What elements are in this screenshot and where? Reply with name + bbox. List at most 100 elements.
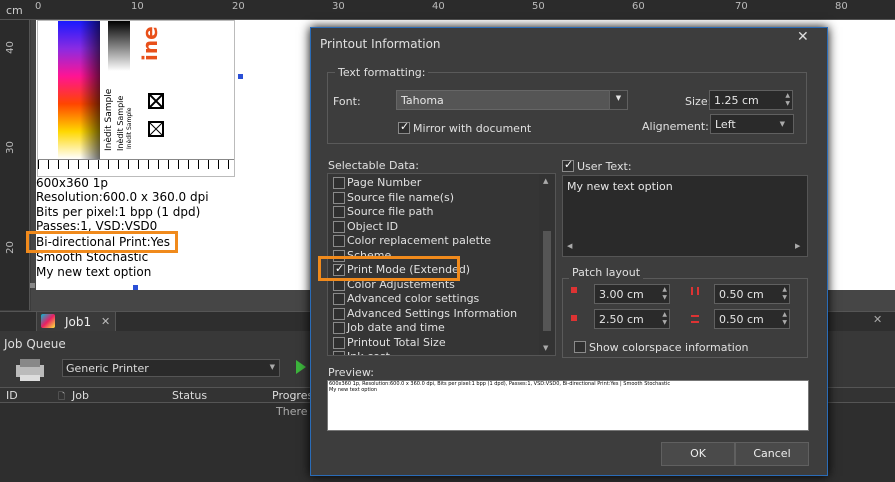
show-colorspace-label: Show colorspace information xyxy=(589,341,749,354)
patch-height-value: 2.50 cm xyxy=(599,313,644,326)
ruler-top-label: 30 xyxy=(332,1,345,12)
spinner-icon[interactable]: ▲ ▼ xyxy=(662,311,667,327)
selection-handle[interactable] xyxy=(30,283,35,288)
patch-vgap-icon xyxy=(691,315,699,323)
spinner-icon[interactable]: ▲ ▼ xyxy=(785,92,790,108)
chevron-down-icon[interactable]: ▼ xyxy=(609,90,628,110)
list-item[interactable]: Color replacement palette xyxy=(328,234,538,248)
item-checkbox[interactable] xyxy=(333,336,345,349)
highlight-box xyxy=(26,231,178,253)
spinner-icon[interactable]: ▲ ▼ xyxy=(662,286,667,302)
item-checkbox[interactable] xyxy=(333,191,345,204)
brand-logo: ine xyxy=(138,26,162,61)
user-text-value: My new text option xyxy=(567,180,673,193)
scroll-thumb[interactable] xyxy=(543,231,551,331)
item-label: Color replacement palette xyxy=(347,234,492,247)
patch-gap-icon xyxy=(691,287,699,295)
spinner-icon[interactable]: ▲ ▼ xyxy=(782,286,787,302)
col-id[interactable]: ID xyxy=(6,389,18,402)
size-input[interactable]: 1.25 cm ▲ ▼ xyxy=(709,90,793,110)
close-icon[interactable]: ✕ xyxy=(797,29,809,45)
cancel-button[interactable]: Cancel xyxy=(735,442,809,466)
item-label: Source file path xyxy=(347,205,434,218)
alignment-label: Alignement: xyxy=(642,120,709,133)
list-item[interactable]: Advanced Settings Information xyxy=(328,307,538,321)
item-checkbox[interactable] xyxy=(333,307,345,320)
scroll-right-icon[interactable]: ▶ xyxy=(795,242,800,250)
patch-gap-value: 0.50 cm xyxy=(719,288,764,301)
user-text-checkbox[interactable] xyxy=(562,158,574,172)
preview-line: My new text option xyxy=(329,387,378,393)
list-item[interactable]: Source file path xyxy=(328,205,538,219)
printer-icon xyxy=(14,357,46,383)
item-checkbox[interactable] xyxy=(333,220,345,233)
item-checkbox[interactable] xyxy=(333,293,345,305)
highlight-box xyxy=(318,256,460,281)
font-select[interactable]: Tahoma xyxy=(396,90,628,110)
user-text-area[interactable]: My new text option ◀ ▶ xyxy=(562,175,808,257)
ruler-top-label: 20 xyxy=(232,1,245,12)
alignment-select[interactable]: Left ▼ xyxy=(710,114,794,134)
info-line: 600x360 1p xyxy=(36,176,108,190)
tab-job1[interactable]: Job1 ✕ xyxy=(36,311,116,331)
item-checkbox[interactable] xyxy=(333,322,345,334)
ruler-top-label: 40 xyxy=(432,1,445,12)
tab-close-icon[interactable]: ✕ xyxy=(101,315,110,328)
list-item[interactable]: Page Number xyxy=(328,176,538,190)
grey-ramp xyxy=(108,21,130,71)
mirror-checkbox[interactable] xyxy=(398,120,410,134)
list-item[interactable]: Ink cost xyxy=(328,350,538,355)
close-all-icon[interactable]: ✕ xyxy=(873,313,882,326)
job-icon xyxy=(41,314,55,328)
scroll-left-icon[interactable]: ◀ xyxy=(567,242,572,250)
preview-box: 600x360 1p, Resolution:600.0 x 360.0 dpi… xyxy=(327,380,809,431)
list-item[interactable]: Source file name(s) xyxy=(328,191,538,205)
col-status[interactable]: Status xyxy=(172,389,207,402)
patch-gap-input[interactable]: 0.50 cm ▲ ▼ xyxy=(714,284,790,304)
font-label: Font: xyxy=(333,95,361,108)
registration-mark xyxy=(148,121,164,137)
patch-height-icon xyxy=(571,315,577,321)
item-checkbox[interactable] xyxy=(333,235,345,247)
item-label: Advanced color settings xyxy=(347,292,480,305)
list-item[interactable]: Object ID xyxy=(328,220,538,234)
list-item[interactable]: Advanced color settings xyxy=(328,292,538,306)
item-label: Source file name(s) xyxy=(347,190,455,204)
scrollbar[interactable]: ▲ ▼ xyxy=(539,174,555,355)
patch-width-icon xyxy=(571,287,577,293)
item-checkbox[interactable] xyxy=(333,351,345,355)
scroll-down-icon[interactable]: ▼ xyxy=(543,344,548,352)
item-checkbox[interactable] xyxy=(333,206,345,218)
ruler-top-label: 0 xyxy=(35,1,42,12)
patch-width-value: 3.00 cm xyxy=(599,288,644,301)
preview-label: Preview: xyxy=(328,366,374,379)
patch-vgap-input[interactable]: 0.50 cm ▲ ▼ xyxy=(714,309,790,329)
list-item[interactable]: Printout Total Size xyxy=(328,336,538,350)
chevron-down-icon: ▼ xyxy=(779,120,785,128)
item-label: Printout Total Size xyxy=(347,335,446,349)
play-icon[interactable] xyxy=(296,360,306,374)
selectable-data-label: Selectable Data: xyxy=(328,159,419,172)
ok-button[interactable]: OK xyxy=(661,442,735,466)
ruler-top-label: 70 xyxy=(735,1,748,12)
size-label: Size: xyxy=(685,95,712,108)
patch-layout-label: Patch layout xyxy=(569,266,644,279)
ruler-top-label: 60 xyxy=(632,1,645,12)
col-progress[interactable]: Progres xyxy=(272,389,313,402)
scroll-up-icon[interactable]: ▲ xyxy=(543,177,548,185)
patch-height-input[interactable]: 2.50 cm ▲ ▼ xyxy=(594,309,670,329)
scale-bar xyxy=(38,159,234,169)
item-label: Job date and time xyxy=(347,321,445,334)
spinner-icon[interactable]: ▲ ▼ xyxy=(782,311,787,327)
tab-label: Job1 xyxy=(65,315,92,329)
show-colorspace-checkbox[interactable] xyxy=(574,341,586,353)
col-job[interactable]: Job xyxy=(72,389,89,402)
selection-handle[interactable] xyxy=(133,285,138,290)
list-item[interactable]: Job date and time xyxy=(328,321,538,335)
user-text-label: User Text: xyxy=(577,160,632,173)
patch-width-input[interactable]: 3.00 cm ▲ ▼ xyxy=(594,284,670,304)
printer-name: Generic Printer xyxy=(66,362,149,375)
printer-select[interactable]: Generic Printer ▼ xyxy=(62,359,280,377)
selection-handle[interactable] xyxy=(238,74,243,79)
item-checkbox[interactable] xyxy=(333,177,345,189)
